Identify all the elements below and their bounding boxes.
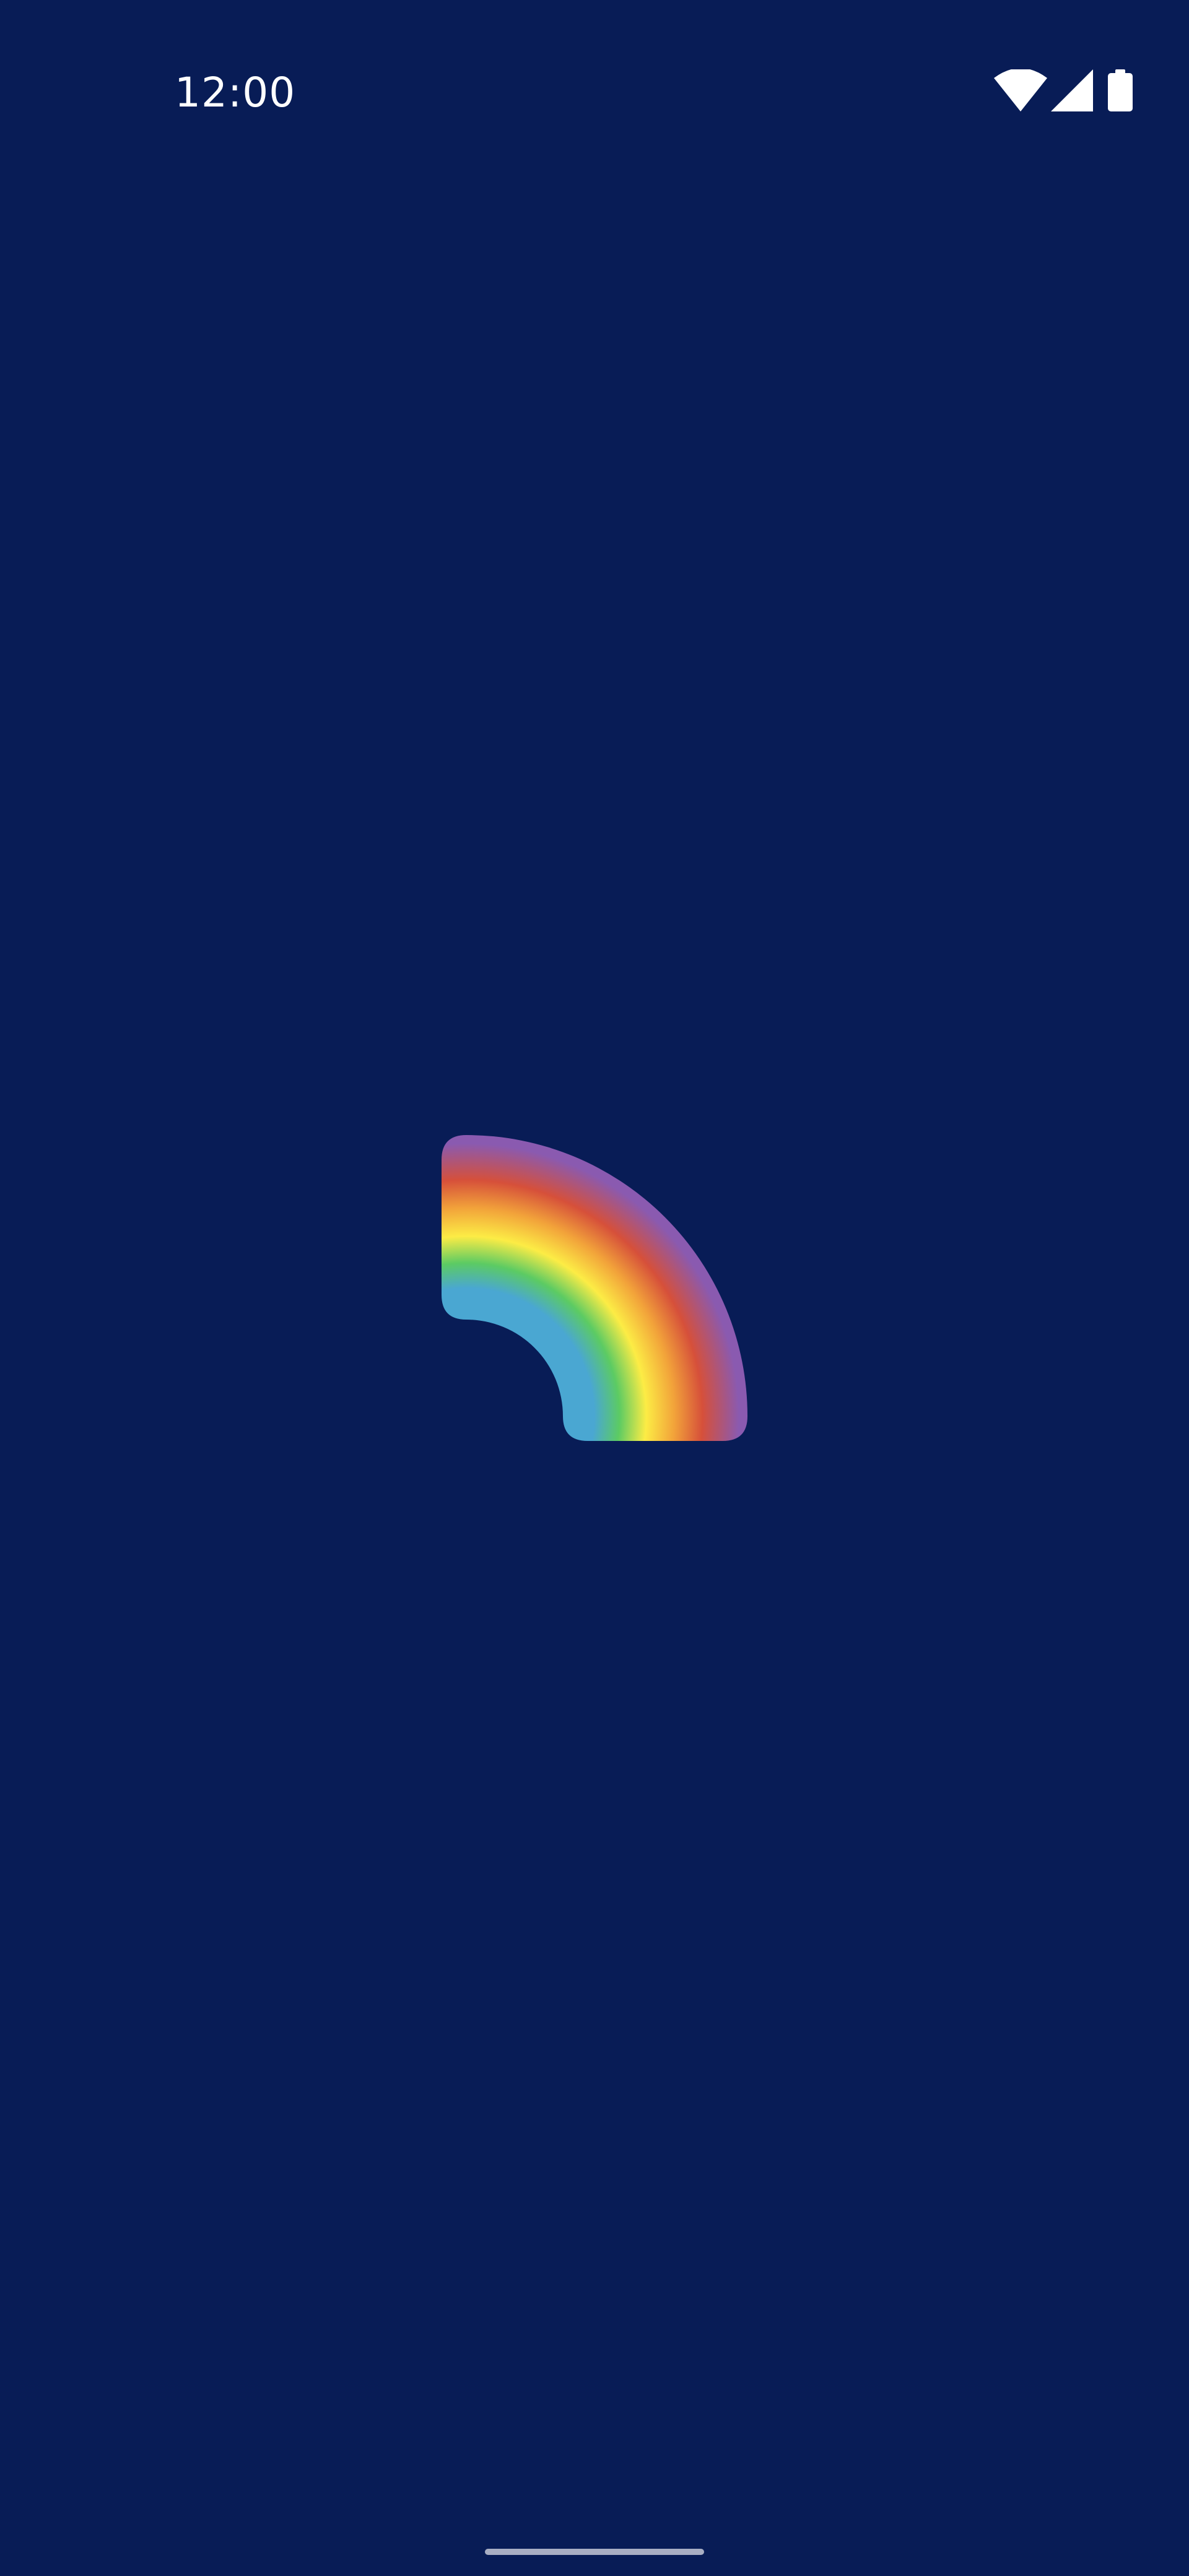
wifi-icon (994, 69, 1047, 111)
battery-icon (1108, 69, 1133, 111)
rainbow-logo (442, 1135, 747, 1441)
splash-screen: 12:00 (0, 0, 1189, 2576)
status-icons (994, 69, 1140, 111)
status-bar: 12:00 (0, 0, 1189, 186)
status-time: 12:00 (175, 69, 296, 116)
home-indicator[interactable] (485, 2549, 704, 2555)
cell-signal-icon (1051, 69, 1093, 111)
